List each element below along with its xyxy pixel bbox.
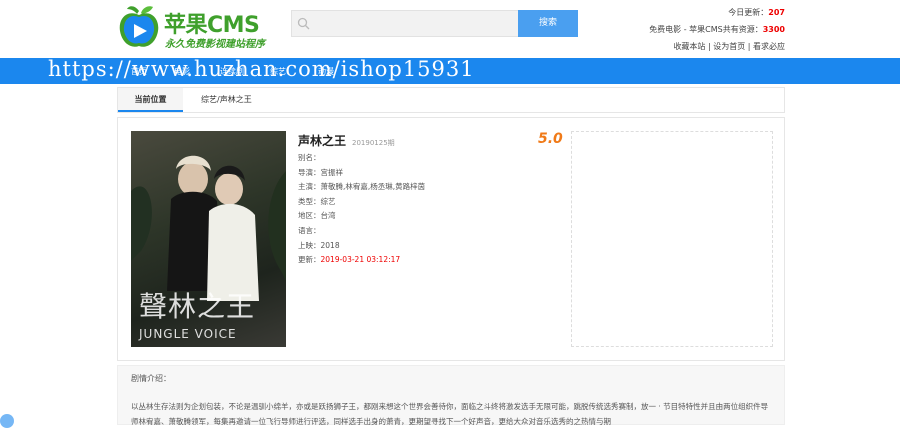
- search-input[interactable]: [291, 10, 518, 37]
- genre-link[interactable]: 综艺: [321, 197, 336, 206]
- today-count: 207: [768, 8, 785, 17]
- breadcrumb: 当前位置 综艺/声林之王: [117, 87, 785, 113]
- show-title: 声林之王: [298, 134, 347, 148]
- search-button[interactable]: 搜索: [518, 10, 578, 37]
- show-title-row: 声林之王 20190125期: [298, 132, 538, 149]
- today-update: 今日更新：207: [649, 4, 785, 21]
- breadcrumb-path[interactable]: 综艺/声林之王: [201, 88, 252, 112]
- today-label: 今日更新：: [728, 8, 769, 17]
- logo-slogan: 永久免费影视建站程序: [165, 39, 265, 50]
- region-link[interactable]: 台湾: [321, 211, 336, 220]
- link-request[interactable]: 看求必应: [753, 42, 785, 51]
- synopsis-label: 剧情介绍：: [131, 374, 171, 383]
- synopsis-panel: 剧情介绍： 以丛林生存法则为企划包装，不论是温驯小绵羊，亦或是跃扬狮子王，都刚来…: [117, 365, 785, 426]
- poster-image[interactable]: 聲林之王 JUNGLE VOICE: [131, 131, 286, 347]
- floating-widget[interactable]: [0, 414, 14, 428]
- ad-placeholder: [571, 131, 773, 347]
- cast-links[interactable]: 萧敬腾,林宥嘉,杨丞琳,黄路梓茵: [321, 182, 426, 191]
- link-homepage[interactable]: 设为首页: [713, 42, 745, 51]
- detail-panel: 聲林之王 JUNGLE VOICE 声林之王 20190125期 别名： 导演：宫…: [117, 117, 785, 361]
- top-links: 收藏本站 | 设为首页 | 看求必应: [673, 42, 785, 51]
- search-icon: [297, 17, 310, 30]
- breadcrumb-label: 当前位置: [118, 88, 183, 112]
- info-row-genre: 类型：综艺: [298, 196, 336, 206]
- watermark-url: https://www.huzhan.com/ishop15931: [48, 57, 475, 81]
- search-bar: 搜索: [291, 10, 578, 37]
- link-bookmark[interactable]: 收藏本站: [673, 42, 705, 51]
- site-logo[interactable]: 苹果CMS 永久免费影视建站程序: [117, 3, 277, 53]
- total-count: 3300: [762, 25, 785, 34]
- site-stats: 今日更新：207 免费电影 - 苹果CMS共有资源：3300 收藏本站 | 设为…: [649, 4, 785, 55]
- info-row-director: 导演：宫振祥: [298, 167, 344, 177]
- apple-play-icon: [119, 6, 159, 47]
- info-row-alias: 别名：: [298, 153, 321, 162]
- info-row-year: 上映：2018: [298, 240, 340, 250]
- total-resources: 免费电影 - 苹果CMS共有资源：3300: [649, 21, 785, 38]
- info-row-cast: 主演：萧敬腾,林宥嘉,杨丞琳,黄路梓茵: [298, 182, 426, 192]
- info-row-region: 地区：台湾: [298, 211, 336, 221]
- rating-score: 5.0: [538, 131, 563, 147]
- updated-time: 2019-03-21 03:12:17: [320, 255, 401, 265]
- poster-subtitle: JUNGLE VOICE: [139, 327, 237, 341]
- info-row-updated: 更新：2019-03-21 03:12:17: [298, 255, 401, 265]
- header: 苹果CMS 永久免费影视建站程序 搜索 今日更新：207 免费电影 - 苹果CM…: [0, 0, 900, 58]
- info-row-language: 语言：: [298, 225, 321, 235]
- episode-label: 20190125期: [352, 139, 395, 147]
- director-link[interactable]: 宫振祥: [321, 168, 344, 177]
- synopsis-text: 以丛林生存法则为企划包装，不论是温驯小绵羊，亦或是跃扬狮子王，都刚来想这个世界会…: [131, 402, 769, 426]
- total-label: 免费电影 - 苹果CMS共有资源：: [649, 25, 763, 34]
- info-panel: 声林之王 20190125期 别名： 导演：宫振祥 主演：萧敬腾,林宥嘉,杨丞琳,…: [298, 132, 538, 268]
- poster-title: 聲林之王: [139, 290, 256, 323]
